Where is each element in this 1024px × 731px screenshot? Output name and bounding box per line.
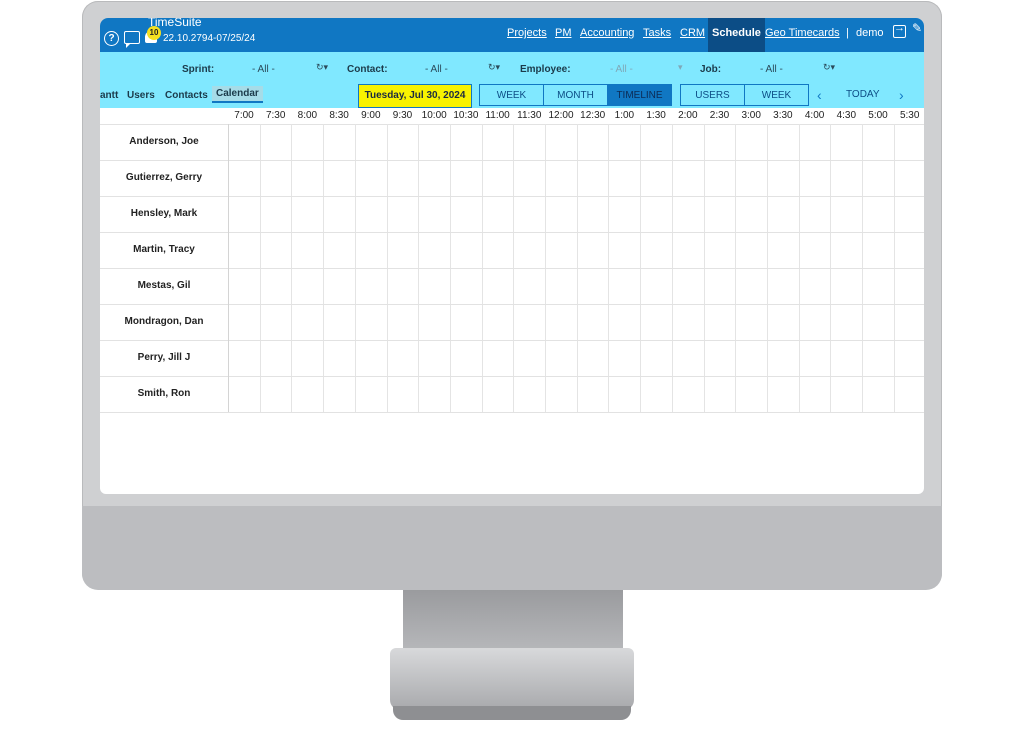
time-tick-label: 8:00: [297, 110, 318, 121]
employee-name: Anderson, Joe: [100, 124, 229, 160]
time-tick-label: 4:30: [836, 110, 857, 121]
wrench-icon[interactable]: ✎: [912, 21, 922, 35]
time-tick-label: 8:30: [329, 110, 349, 121]
employee-label: Employee:: [520, 64, 571, 75]
view-week-button[interactable]: WEEK: [479, 84, 544, 106]
time-tick-label: 4:00: [804, 110, 825, 121]
employee-name: Gutierrez, Gerry: [100, 160, 229, 196]
time-tick-label: 1:00: [614, 110, 635, 121]
time-tick-label: 10:00: [421, 110, 447, 121]
time-tick-label: 12:30: [580, 110, 606, 121]
current-date-display[interactable]: Tuesday, Jul 30, 2024: [358, 84, 472, 108]
schedule-row[interactable]: Gutierrez, Gerry: [100, 160, 924, 197]
schedule-row[interactable]: Anderson, Joe: [100, 124, 924, 161]
time-tick-label: 5:30: [899, 110, 920, 121]
employee-dropdown-icon[interactable]: ▾: [678, 62, 683, 73]
time-tick-label: 5:00: [868, 110, 888, 121]
time-tick-label: 2:30: [709, 110, 730, 121]
time-tick-label: 9:00: [361, 110, 381, 121]
contact-refresh-icon[interactable]: ↻▾: [488, 62, 500, 73]
time-tick-label: 1:30: [646, 110, 666, 121]
nav-pm[interactable]: PM: [555, 18, 572, 52]
employee-select[interactable]: - All -: [610, 64, 633, 75]
monitor-chin: [82, 506, 942, 590]
view-month-button[interactable]: MONTH: [543, 84, 608, 106]
tab-gantt[interactable]: antt: [100, 90, 118, 101]
tab-contacts[interactable]: Contacts: [165, 90, 208, 101]
app-version: 22.10.2794-07/25/24: [163, 33, 256, 44]
nav-projects[interactable]: Projects: [507, 18, 547, 52]
schedule-row[interactable]: Mondragon, Dan: [100, 304, 924, 341]
chat-icon[interactable]: [124, 31, 140, 48]
chevron-right-icon[interactable]: ›: [899, 84, 904, 106]
monitor-neck: [403, 590, 623, 652]
tab-calendar[interactable]: Calendar: [212, 86, 263, 103]
monitor-base: [390, 648, 634, 710]
employee-name: Mondragon, Dan: [100, 304, 229, 340]
time-tick-label: 7:00: [234, 110, 254, 121]
time-tick-label: 10:30: [453, 110, 479, 121]
nav-schedule[interactable]: Schedule: [708, 18, 765, 52]
employee-name: Mestas, Gil: [100, 268, 229, 304]
sprint-refresh-icon[interactable]: ↻▾: [316, 62, 328, 73]
time-tick-label: 3:00: [741, 110, 761, 121]
app-title: TimeSuite: [148, 18, 202, 29]
employee-name: Smith, Ron: [100, 376, 229, 412]
sprint-label: Sprint:: [182, 64, 215, 75]
time-tick-label: 3:30: [773, 110, 793, 121]
job-select[interactable]: - All -: [760, 64, 783, 75]
nav-tasks[interactable]: Tasks: [643, 18, 671, 52]
contact-select[interactable]: - All -: [425, 64, 448, 75]
sprint-select[interactable]: - All -: [252, 64, 275, 75]
tab-users[interactable]: Users: [127, 90, 155, 101]
nav-crm[interactable]: CRM: [680, 18, 705, 52]
employee-name: Perry, Jill J: [100, 340, 229, 376]
help-icon[interactable]: ?: [104, 31, 119, 46]
screen: ? 10 TimeSuite 22.10.2794-07/25/24 Proje…: [100, 18, 924, 494]
monitor-base-edge: [393, 706, 631, 720]
employee-name: Hensley, Mark: [100, 196, 229, 232]
schedule-row[interactable]: Hensley, Mark: [100, 196, 924, 233]
job-label: Job:: [700, 64, 722, 75]
user-name[interactable]: demo: [856, 18, 884, 48]
schedule-row[interactable]: Martin, Tracy: [100, 232, 924, 269]
timeline-header: 7:00 7:30 8:00 8:30 9:00 9:30 10:00 10:30 11:00 1…: [100, 108, 924, 125]
time-tick-label: 11:30: [517, 110, 542, 121]
view-week-users-button[interactable]: WEEK USERS: [744, 84, 809, 123]
nav-geo-timecards[interactable]: Geo Timecards: [765, 18, 840, 52]
schedule-row[interactable]: Mestas, Gil: [100, 268, 924, 305]
view-timeline-button[interactable]: TIMELINE: [607, 84, 672, 106]
logout-icon[interactable]: [893, 22, 906, 38]
schedule-row[interactable]: Perry, Jill J: [100, 340, 924, 377]
top-nav-bar: ? 10 TimeSuite 22.10.2794-07/25/24 Proje…: [100, 18, 924, 52]
nav-separator: |: [846, 27, 849, 39]
view-users-button[interactable]: USERS: [680, 84, 745, 106]
contact-label: Contact:: [347, 64, 388, 75]
employee-name: Martin, Tracy: [100, 232, 229, 268]
nav-accounting[interactable]: Accounting: [580, 18, 634, 52]
time-tick-label: 2:00: [678, 110, 698, 121]
chevron-left-icon[interactable]: ‹: [817, 84, 822, 106]
time-tick-label: 12:00: [548, 110, 574, 121]
time-tick-label: 11:00: [485, 110, 510, 121]
schedule-row[interactable]: Smith, Ron: [100, 376, 924, 413]
today-button[interactable]: TODAY: [846, 84, 880, 106]
time-tick-label: 9:30: [392, 110, 413, 121]
job-refresh-icon[interactable]: ↻▾: [823, 62, 835, 73]
time-tick-label: 7:30: [265, 110, 286, 121]
